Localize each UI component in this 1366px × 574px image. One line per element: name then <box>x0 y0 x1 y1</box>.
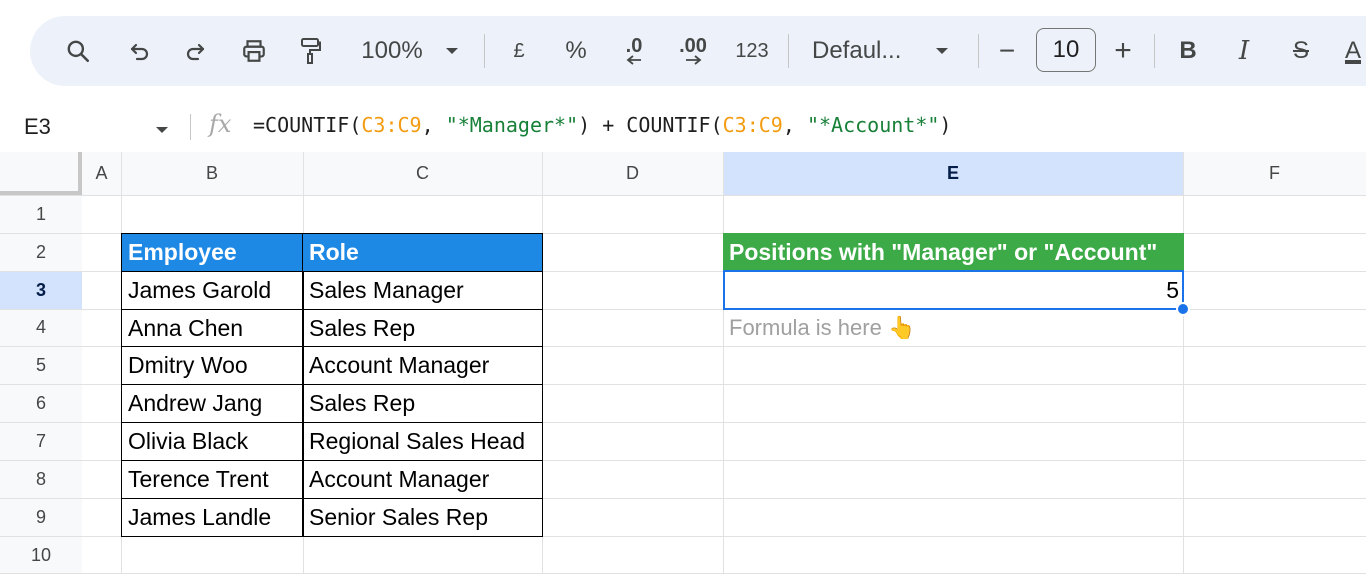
formula-input[interactable]: =COUNTIF(C3:C9, "*Manager*") + COUNTIF(C… <box>253 113 951 137</box>
toolbar-divider <box>484 34 485 68</box>
toolbar-divider <box>1154 34 1155 68</box>
font-family-select[interactable]: Defaul... <box>812 16 914 86</box>
gridline <box>0 195 1366 196</box>
redo-icon[interactable] <box>175 16 215 86</box>
row-header-1[interactable]: 1 <box>0 195 82 233</box>
column-header-d[interactable]: D <box>542 152 723 195</box>
table-cell-employee[interactable]: Andrew Jang <box>121 384 304 423</box>
bold-button[interactable]: B <box>1174 16 1202 86</box>
table-cell-employee[interactable]: James Garold <box>121 271 304 310</box>
column-header-b[interactable]: B <box>121 152 303 195</box>
table-cell-role[interactable]: Sales Rep <box>302 384 543 423</box>
table-cell-role[interactable]: Sales Rep <box>302 309 543 347</box>
currency-format-button[interactable]: £ <box>504 16 534 86</box>
toolbar-divider <box>978 34 979 68</box>
formula-range: C3:C9 <box>722 113 783 137</box>
more-formats-button[interactable]: 123 <box>730 16 774 86</box>
row-header-3[interactable]: 3 <box>0 271 82 309</box>
toolbar-divider <box>788 34 789 68</box>
formula-string: "*Account*" <box>806 113 940 137</box>
increase-font-size-button[interactable]: + <box>1108 16 1138 86</box>
table-cell-role[interactable]: Account Manager <box>302 460 543 499</box>
table-cell-role[interactable]: Sales Manager <box>302 271 543 310</box>
table-cell-employee[interactable]: Dmitry Woo <box>121 346 304 385</box>
fill-handle[interactable] <box>1176 302 1190 316</box>
increase-decimal-button[interactable]: .00 <box>668 16 718 86</box>
search-icon[interactable] <box>58 16 98 86</box>
formula-part: , <box>421 113 446 137</box>
italic-button[interactable]: I <box>1230 16 1258 86</box>
decrease-decimal-button[interactable]: .0 <box>614 16 654 86</box>
formula-part: , <box>782 113 807 137</box>
column-header-f[interactable]: F <box>1183 152 1366 195</box>
percent-format-button[interactable]: % <box>560 16 592 86</box>
chevron-down-icon[interactable] <box>930 16 954 86</box>
fx-icon: fx <box>209 110 232 138</box>
formula-string: "*Manager*" <box>445 113 579 137</box>
row-header-8[interactable]: 8 <box>0 460 82 498</box>
row-header-10[interactable]: 10 <box>0 536 82 574</box>
column-header-c[interactable]: C <box>303 152 542 195</box>
paint-format-icon[interactable] <box>290 16 330 86</box>
result-header[interactable]: Positions with "Manager" or "Account" <box>723 233 1184 272</box>
formula-part: ) + COUNTIF( <box>578 113 723 137</box>
undo-icon[interactable] <box>120 16 160 86</box>
spreadsheet-grid: 1 2 3 4 5 6 7 8 9 10 A B C D E F Employe… <box>0 152 1366 574</box>
table-header-employee[interactable]: Employee <box>121 233 304 272</box>
table-cell-employee[interactable]: Anna Chen <box>121 309 304 347</box>
table-cell-role[interactable]: Regional Sales Head <box>302 422 543 461</box>
increase-decimal-label: .00 <box>679 35 707 57</box>
row-header-5[interactable]: 5 <box>0 346 82 384</box>
cell-selection-border <box>723 270 1184 310</box>
row-header-9[interactable]: 9 <box>0 498 82 536</box>
table-cell-employee[interactable]: James Landle <box>121 498 304 537</box>
arrow-right-icon <box>686 55 702 65</box>
name-box[interactable]: E3 <box>24 114 51 140</box>
table-cell-role[interactable]: Senior Sales Rep <box>302 498 543 537</box>
formula-bar: E3 fx =COUNTIF(C3:C9, "*Manager*") + COU… <box>0 100 1366 152</box>
gridline <box>1183 152 1184 574</box>
formula-part: ) <box>939 113 952 137</box>
formula-range: C3:C9 <box>361 113 422 137</box>
decrease-decimal-label: .0 <box>625 35 643 57</box>
row-header-4[interactable]: 4 <box>0 309 82 346</box>
toolbar: 100% £ % .0 .00 123 Defaul... − 10 + B I… <box>30 16 1366 86</box>
font-size-input[interactable]: 10 <box>1036 28 1096 72</box>
gridline <box>723 152 724 574</box>
formula-part: =COUNTIF( <box>253 113 362 137</box>
zoom-select[interactable]: 100% <box>352 16 432 86</box>
chevron-down-icon[interactable] <box>440 16 464 86</box>
select-all-corner[interactable] <box>0 152 82 195</box>
row-header-7[interactable]: 7 <box>0 422 82 460</box>
table-cell-employee[interactable]: Olivia Black <box>121 422 304 461</box>
strikethrough-button[interactable]: S <box>1286 16 1316 86</box>
table-cell-employee[interactable]: Terence Trent <box>121 460 304 499</box>
row-header-6[interactable]: 6 <box>0 384 82 422</box>
column-header-e[interactable]: E <box>723 152 1183 195</box>
row-header-2[interactable]: 2 <box>0 233 82 271</box>
text-color-button[interactable]: A <box>1340 16 1366 86</box>
chevron-down-icon[interactable] <box>155 122 169 140</box>
table-header-role[interactable]: Role <box>302 233 543 272</box>
column-header-a[interactable]: A <box>82 152 121 195</box>
print-icon[interactable] <box>232 16 276 86</box>
decrease-font-size-button[interactable]: − <box>992 16 1022 86</box>
table-cell-role[interactable]: Account Manager <box>302 346 543 385</box>
formula-note: Formula is here 👆 <box>729 314 916 340</box>
arrow-left-icon <box>626 55 641 65</box>
formula-bar-divider <box>190 114 191 140</box>
